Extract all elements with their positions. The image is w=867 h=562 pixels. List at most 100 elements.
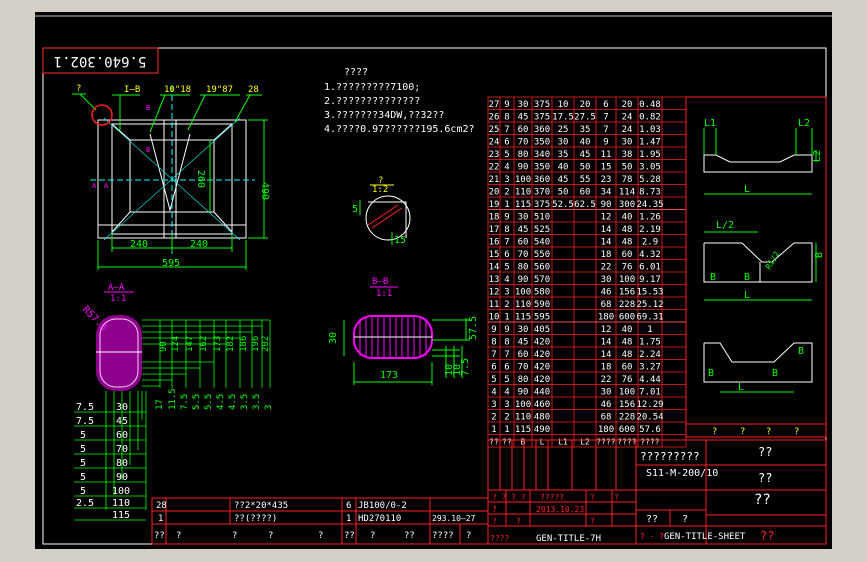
table-header-cell: L2 <box>580 438 590 447</box>
table-cell: 40 <box>622 325 633 335</box>
table-cell: 30 <box>601 275 612 285</box>
dim-height-490: 490 <box>259 182 270 200</box>
table-cell: 156 <box>619 288 635 298</box>
table-cell: 70 <box>518 363 529 373</box>
table-cell: 30 <box>518 100 529 110</box>
table-cell: 1 <box>504 425 509 435</box>
table-cell: 38 <box>622 150 633 160</box>
table-cell: 300 <box>619 200 635 210</box>
table-cell: 60 <box>518 125 529 135</box>
sketch2-l: L <box>744 290 750 301</box>
bom-footer-9: ? <box>466 531 471 541</box>
table-cell: 110 <box>515 413 531 423</box>
sketch3-b3: B <box>772 368 778 379</box>
table-cell: 2.19 <box>639 225 661 235</box>
stack-dim-3: 5.5 <box>192 394 202 410</box>
table-cell: 20.54 <box>636 413 663 423</box>
label-10-18: 10"18 <box>164 85 191 95</box>
table-cell: 50 <box>580 163 591 173</box>
bom-row-1-note: 293.10—27 <box>432 514 476 523</box>
table-cell: 25 <box>489 125 500 135</box>
table-cell: 550 <box>534 250 550 260</box>
table-cell: 11 <box>489 300 500 310</box>
table-cell: 78 <box>622 175 633 185</box>
table-cell: 23 <box>601 175 612 185</box>
table-cell: 35 <box>580 125 591 135</box>
left-row-1-b: 45 <box>116 416 128 427</box>
sketch3-b2: B <box>798 346 804 357</box>
table-cell: 6 <box>603 100 608 110</box>
table-cell: 21 <box>489 175 500 185</box>
table-cell: 50 <box>558 188 569 198</box>
table-cell: 9 <box>504 213 509 223</box>
table-cell: 12.29 <box>636 400 663 410</box>
left-row-2-b: 60 <box>116 430 128 441</box>
right-dim-5: 182 <box>226 336 236 352</box>
table-cell: 22 <box>601 375 612 385</box>
table-cell: 1.75 <box>639 338 661 348</box>
table-cell: 24 <box>622 113 633 123</box>
table-cell: 11 <box>601 150 612 160</box>
table-cell: 25 <box>558 125 569 135</box>
label-lead: ? <box>76 84 81 94</box>
title-sig-cell-2: ? <box>492 505 497 514</box>
title-sig-row: ? ? ? ? <box>492 493 526 502</box>
title-sub2: ? <box>682 514 688 525</box>
table-cell: 22 <box>489 163 500 173</box>
table-cell: 375 <box>534 113 550 123</box>
section-a-scale: 1:1 <box>110 294 126 304</box>
table-cell: 2 <box>491 413 496 423</box>
table-cell: 18 <box>601 363 612 373</box>
table-cell: 69.31 <box>636 313 663 323</box>
right-dim-8: 202 <box>261 336 271 352</box>
table-cell: 68 <box>601 300 612 310</box>
table-cell: 45 <box>558 175 569 185</box>
table-cell: 540 <box>534 238 550 248</box>
table-cell: 4 <box>491 388 496 398</box>
sketch-header-2: ? <box>766 427 771 437</box>
stack-dim-9: 3 <box>264 405 274 410</box>
table-cell: 3 <box>504 175 509 185</box>
table-cell: 228 <box>619 300 635 310</box>
table-cell: 180 <box>598 425 614 435</box>
note-1: 1.?????????7100; <box>324 82 420 93</box>
table-cell: 48 <box>622 338 633 348</box>
table-cell: 45 <box>518 113 529 123</box>
table-cell: 4 <box>504 163 509 173</box>
table-cell: 23 <box>489 150 500 160</box>
title-date: 2013.10.23 <box>536 505 584 514</box>
table-cell: 76 <box>622 375 633 385</box>
dim-left-240: 240 <box>130 239 148 250</box>
dim-mid-260: 260 <box>195 170 206 188</box>
table-cell: 24 <box>622 125 633 135</box>
table-cell: 115 <box>515 313 531 323</box>
section-b-width: 173 <box>380 370 398 381</box>
table-cell: 22 <box>601 263 612 273</box>
table-cell: 12 <box>601 325 612 335</box>
sketch-header-0: ? <box>712 427 717 437</box>
table-cell: 3.05 <box>639 163 661 173</box>
table-cell: 60 <box>518 350 529 360</box>
table-cell: 420 <box>534 375 550 385</box>
table-cell: 420 <box>534 338 550 348</box>
table-cell: 14 <box>489 263 500 273</box>
table-header-cell: ?? <box>489 438 499 447</box>
table-cell: 40 <box>580 138 591 148</box>
table-cell: 40 <box>622 213 633 223</box>
table-cell: 156 <box>619 400 635 410</box>
bom-footer-1: ? <box>176 531 181 541</box>
table-cell: 360 <box>534 175 550 185</box>
table-cell: 570 <box>534 275 550 285</box>
table-cell: 48 <box>622 238 633 248</box>
bom-footer-2: ? <box>232 531 237 541</box>
table-cell: 460 <box>534 400 550 410</box>
table-cell: 510 <box>534 213 550 223</box>
bom-row-1-qty: 1 <box>346 514 351 524</box>
title-red-q: ?? <box>760 529 774 543</box>
table-cell: 480 <box>534 413 550 423</box>
table-cell: 50 <box>622 163 633 173</box>
table-cell: 20 <box>580 100 591 110</box>
table-cell: 62.5 <box>574 200 596 210</box>
table-cell: 30 <box>518 325 529 335</box>
table-cell: 0.82 <box>639 113 661 123</box>
